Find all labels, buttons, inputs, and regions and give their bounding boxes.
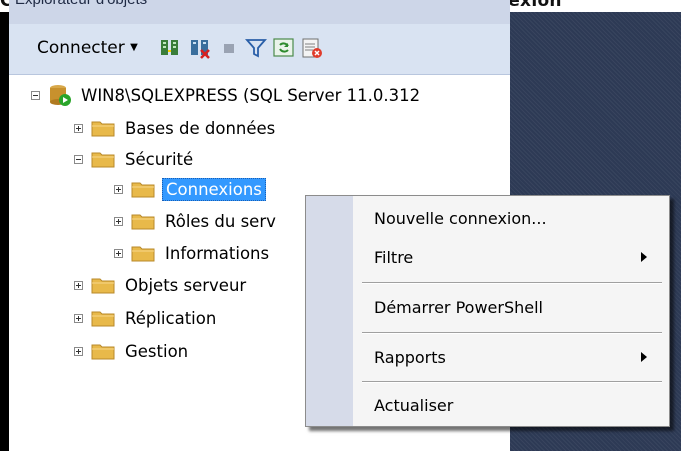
chevron-down-icon: ▼ — [130, 42, 138, 53]
menu-item-start-powershell[interactable]: Démarrer PowerShell — [354, 287, 667, 327]
filter-label: Filtre — [374, 247, 414, 267]
refresh-icon[interactable] — [273, 37, 295, 59]
expand-icon[interactable] — [114, 216, 123, 226]
logins-label: Connexions — [162, 177, 266, 201]
reports-label: Rapports — [374, 347, 446, 367]
powershell-label: Démarrer PowerShell — [374, 297, 543, 317]
menu-item-new-login[interactable]: Nouvelle connexion... — [354, 198, 667, 238]
folder-icon — [91, 311, 115, 327]
connect-icon[interactable] — [159, 37, 181, 59]
tree-node-management[interactable]: Gestion — [74, 338, 191, 364]
expand-icon[interactable] — [74, 123, 83, 133]
credentials-label: Informations — [165, 243, 270, 263]
management-label: Gestion — [125, 341, 189, 361]
menu-icon-gutter — [306, 196, 353, 426]
summary-icon[interactable] — [301, 37, 323, 59]
stop-icon[interactable] — [218, 37, 240, 59]
expand-icon[interactable] — [114, 184, 123, 194]
folder-icon — [91, 121, 115, 137]
tree-node-server[interactable]: WIN8\SQLEXPRESS (SQL Server 11.0.312 — [31, 82, 423, 108]
database-server-icon — [50, 85, 71, 106]
tree-node-server-roles[interactable]: Rôles du serv — [114, 208, 279, 234]
menu-item-reports[interactable]: Rapports — [354, 337, 667, 377]
tree-node-server-objects[interactable]: Objets serveur — [74, 272, 249, 298]
tree-node-replication[interactable]: Réplication — [74, 305, 219, 331]
connect-button[interactable]: Connecter ▼ — [37, 38, 138, 58]
folder-icon — [91, 152, 115, 168]
collapse-icon[interactable] — [31, 90, 40, 100]
server-label: WIN8\SQLEXPRESS (SQL Server 11.0.312 — [81, 85, 421, 105]
menu-item-filter[interactable]: Filtre — [354, 237, 667, 277]
folder-icon — [131, 214, 155, 230]
folder-icon — [91, 344, 115, 360]
menu-item-refresh[interactable]: Actualiser — [354, 385, 667, 425]
panel-title-bar: Explorateur d'objets — [9, 0, 510, 24]
explorer-toolbar: Connecter ▼ — [9, 24, 510, 75]
security-label: Sécurité — [125, 149, 194, 169]
submenu-arrow-icon — [641, 252, 647, 262]
new-login-label: Nouvelle connexion... — [374, 208, 547, 228]
tree-node-logins[interactable]: Connexions — [114, 176, 266, 202]
replication-label: Réplication — [125, 308, 217, 328]
filter-icon[interactable] — [245, 37, 267, 59]
folder-icon — [91, 278, 115, 294]
collapse-icon[interactable] — [74, 154, 83, 164]
context-menu: Nouvelle connexion... Filtre Démarrer Po… — [305, 195, 670, 427]
disconnect-icon[interactable] — [189, 37, 211, 59]
refresh-label: Actualiser — [374, 395, 454, 415]
submenu-arrow-icon — [641, 352, 647, 362]
server-objects-label: Objets serveur — [125, 275, 247, 295]
expand-icon[interactable] — [74, 280, 83, 290]
connect-label: Connecter — [37, 38, 125, 58]
tree-node-databases[interactable]: Bases de données — [74, 115, 278, 141]
folder-icon — [131, 246, 155, 262]
databases-label: Bases de données — [125, 118, 276, 138]
expand-icon[interactable] — [114, 248, 123, 258]
menu-separator — [362, 282, 662, 284]
menu-separator — [362, 332, 662, 334]
server-roles-label: Rôles du serv — [165, 211, 276, 231]
tree-node-credentials[interactable]: Informations — [114, 240, 272, 266]
panel-title: Explorateur d'objets — [15, 0, 147, 8]
folder-icon — [131, 182, 155, 198]
expand-icon[interactable] — [74, 313, 83, 323]
tree-node-security[interactable]: Sécurité — [74, 146, 196, 172]
expand-icon[interactable] — [74, 346, 83, 356]
menu-separator — [362, 381, 662, 383]
